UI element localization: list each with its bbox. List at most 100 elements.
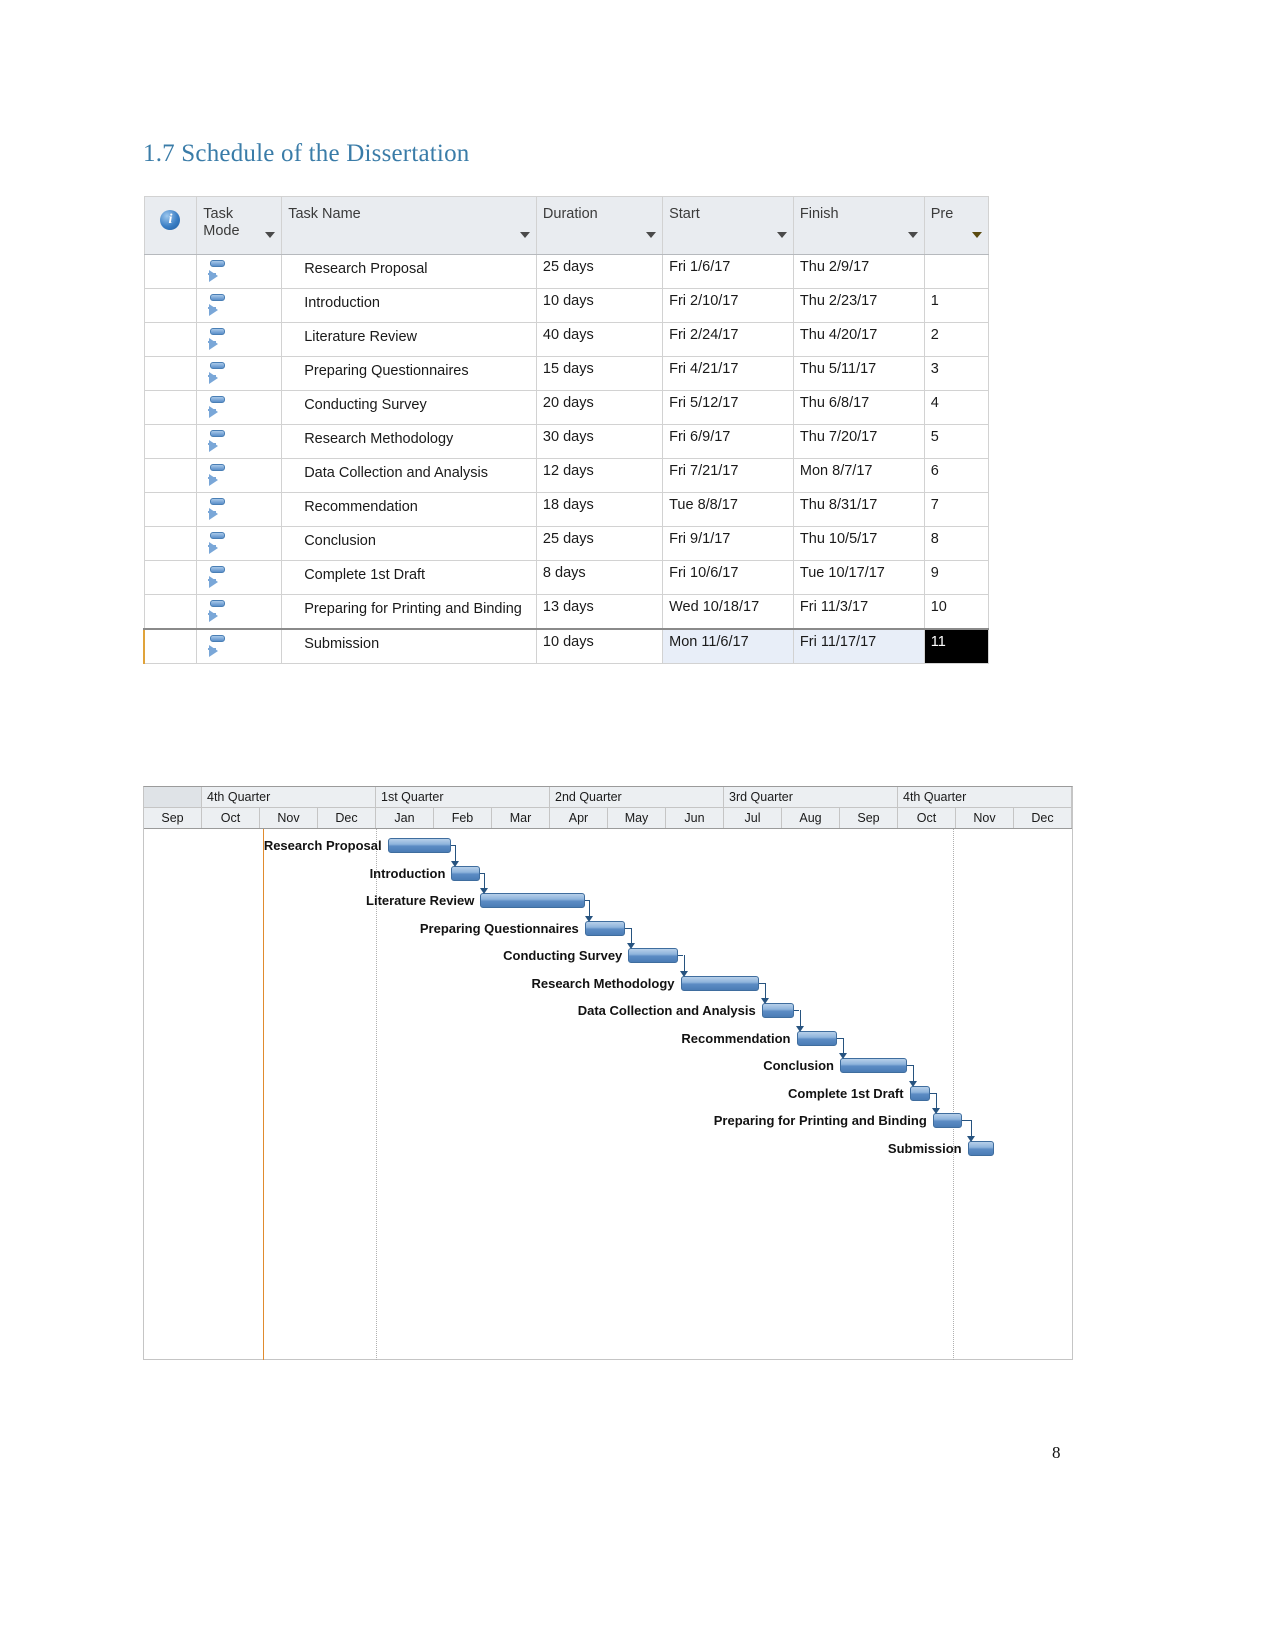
predecessor-cell[interactable]: 3	[923, 356, 990, 391]
task-name-cell[interactable]: Submission	[281, 628, 537, 664]
chevron-down-icon[interactable]	[646, 232, 657, 238]
task-name-cell[interactable]: Conclusion	[281, 526, 537, 561]
gantt-bar[interactable]	[967, 1140, 994, 1156]
predecessor-cell[interactable]: 8	[923, 526, 990, 561]
task-name-cell[interactable]: Preparing Questionnaires	[281, 356, 537, 391]
gantt-bars-area[interactable]: Research Proposal Introduction Literature …	[144, 829, 1072, 1360]
task-mode-cell[interactable]	[196, 526, 283, 561]
duration-cell[interactable]: 40 days	[535, 322, 664, 357]
duration-cell[interactable]: 25 days	[535, 254, 664, 289]
duration-cell[interactable]: 10 days	[535, 628, 664, 664]
duration-cell[interactable]: 15 days	[535, 356, 664, 391]
finish-date-cell[interactable]: Thu 6/8/17	[792, 390, 925, 425]
duration-cell[interactable]: 12 days	[535, 458, 664, 493]
predecessor-cell[interactable]: 10	[923, 594, 990, 630]
task-name-cell[interactable]: Complete 1st Draft	[281, 560, 537, 595]
predecessor-cell[interactable]: 1	[923, 288, 990, 323]
duration-cell[interactable]: 30 days	[535, 424, 664, 459]
duration-cell[interactable]: 13 days	[535, 594, 664, 630]
finish-date-cell[interactable]: Thu 5/11/17	[792, 356, 925, 391]
start-date-cell[interactable]: Mon 11/6/17	[662, 628, 794, 664]
duration-cell[interactable]: 20 days	[535, 390, 664, 425]
gantt-bar[interactable]	[451, 865, 481, 881]
finish-date-cell[interactable]: Thu 4/20/17	[792, 322, 925, 357]
gantt-bar[interactable]	[480, 893, 585, 908]
chevron-down-icon[interactable]	[776, 232, 787, 238]
gantt-bar[interactable]	[909, 1085, 930, 1101]
table-row[interactable]: Conducting Survey 20 days Fri 5/12/17 Thu 6…	[143, 390, 990, 425]
duration-cell[interactable]: 18 days	[535, 492, 664, 527]
predecessor-cell[interactable]	[923, 254, 990, 289]
task-mode-cell[interactable]	[196, 594, 283, 630]
start-date-cell[interactable]: Wed 10/18/17	[662, 594, 794, 630]
column-header-task-mode[interactable]: Task Mode	[196, 196, 283, 255]
task-name-cell[interactable]: Recommendation	[281, 492, 537, 527]
task-mode-cell[interactable]	[196, 254, 283, 289]
task-mode-cell[interactable]	[196, 356, 283, 391]
finish-date-cell[interactable]: Tue 10/17/17	[792, 560, 925, 595]
task-mode-cell[interactable]	[196, 492, 283, 527]
chevron-down-icon[interactable]	[972, 232, 982, 238]
start-date-cell[interactable]: Fri 10/6/17	[662, 560, 794, 595]
finish-date-cell[interactable]: Thu 2/23/17	[792, 288, 925, 323]
start-date-cell[interactable]: Fri 4/21/17	[662, 356, 794, 391]
predecessor-cell[interactable]: 6	[923, 458, 990, 493]
gantt-bar[interactable]	[680, 975, 759, 991]
duration-cell[interactable]: 10 days	[535, 288, 664, 323]
finish-date-cell[interactable]: Thu 8/31/17	[792, 492, 925, 527]
start-date-cell[interactable]: Fri 9/1/17	[662, 526, 794, 561]
task-name-cell[interactable]: Data Collection and Analysis	[281, 458, 537, 493]
task-name-cell[interactable]: Preparing for Printing and Binding	[281, 594, 537, 630]
task-name-cell[interactable]: Introduction	[281, 288, 537, 323]
predecessor-cell[interactable]: 7	[923, 492, 990, 527]
gantt-bar[interactable]	[584, 920, 626, 936]
column-header-start[interactable]: Start	[662, 196, 794, 255]
table-row[interactable]: Preparing for Printing and Binding 13 day…	[143, 594, 990, 630]
table-row[interactable]: Introduction 10 days Fri 2/10/17 Thu 2/23/1…	[143, 288, 990, 323]
task-name-cell[interactable]: Research Proposal	[281, 254, 537, 289]
predecessor-cell[interactable]: 5	[923, 424, 990, 459]
gantt-bar[interactable]	[761, 1003, 794, 1018]
table-row[interactable]: Complete 1st Draft 8 days Fri 10/6/17 Tue 1…	[143, 560, 990, 595]
task-mode-cell[interactable]	[196, 560, 283, 595]
predecessor-cell[interactable]: 9	[923, 560, 990, 595]
gantt-bar[interactable]	[840, 1058, 907, 1073]
column-header-predecessors[interactable]: Pre	[923, 196, 990, 255]
table-row[interactable]: Submission 10 days Mon 11/6/17 Fri 11/17/17…	[143, 628, 990, 664]
duration-cell[interactable]: 25 days	[535, 526, 664, 561]
column-header-indicator[interactable]: i	[143, 196, 198, 255]
gantt-bar[interactable]	[628, 948, 678, 963]
task-mode-cell[interactable]	[196, 458, 283, 493]
start-date-cell[interactable]: Fri 2/24/17	[662, 322, 794, 357]
task-mode-cell[interactable]	[196, 390, 283, 425]
table-row[interactable]: Research Methodology 30 days Fri 6/9/17 Thu…	[143, 424, 990, 459]
table-row[interactable]: Conclusion 25 days Fri 9/1/17 Thu 10/5/17 8	[143, 526, 990, 561]
start-date-cell[interactable]: Tue 8/8/17	[662, 492, 794, 527]
gantt-bar[interactable]	[387, 838, 452, 853]
task-mode-cell[interactable]	[196, 628, 283, 664]
start-date-cell[interactable]: Fri 6/9/17	[662, 424, 794, 459]
predecessor-cell[interactable]: 2	[923, 322, 990, 357]
start-date-cell[interactable]: Fri 1/6/17	[662, 254, 794, 289]
task-mode-cell[interactable]	[196, 424, 283, 459]
column-header-finish[interactable]: Finish	[792, 196, 925, 255]
predecessor-cell[interactable]: 11	[923, 628, 990, 664]
task-name-cell[interactable]: Literature Review	[281, 322, 537, 357]
task-name-cell[interactable]: Conducting Survey	[281, 390, 537, 425]
table-row[interactable]: Recommendation 18 days Tue 8/8/17 Thu 8/31/…	[143, 492, 990, 527]
finish-date-cell[interactable]: Thu 10/5/17	[792, 526, 925, 561]
table-row[interactable]: Data Collection and Analysis 12 days Fri 7…	[143, 458, 990, 493]
finish-date-cell[interactable]: Thu 7/20/17	[792, 424, 925, 459]
task-mode-cell[interactable]	[196, 288, 283, 323]
chevron-down-icon[interactable]	[907, 232, 918, 238]
table-row[interactable]: Research Proposal 25 days Fri 1/6/17 Thu 2/…	[143, 254, 990, 289]
gantt-bar[interactable]	[796, 1030, 838, 1046]
finish-date-cell[interactable]: Thu 2/9/17	[792, 254, 925, 289]
finish-date-cell[interactable]: Fri 11/3/17	[792, 594, 925, 630]
finish-date-cell[interactable]: Fri 11/17/17	[792, 628, 925, 664]
start-date-cell[interactable]: Fri 2/10/17	[662, 288, 794, 323]
column-header-task-name[interactable]: Task Name	[281, 196, 537, 255]
task-mode-cell[interactable]	[196, 322, 283, 357]
start-date-cell[interactable]: Fri 5/12/17	[662, 390, 794, 425]
table-row[interactable]: Preparing Questionnaires 15 days Fri 4/21/…	[143, 356, 990, 391]
